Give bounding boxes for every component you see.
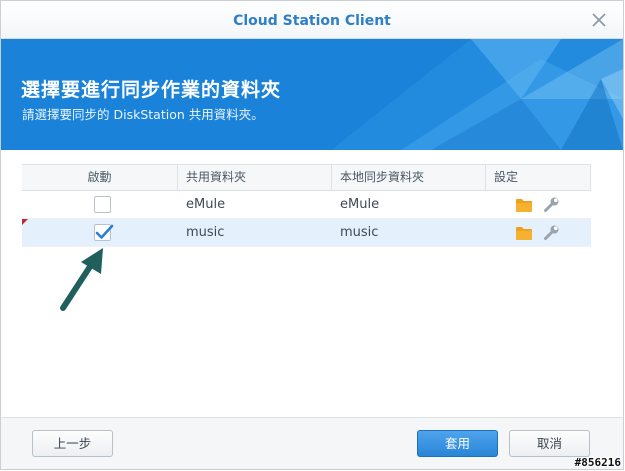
dialog-footer: 上一步 套用 取消 — [1, 417, 623, 469]
shared-folder-cell: music — [186, 225, 225, 240]
folder-icon[interactable] — [516, 198, 532, 212]
cancel-button[interactable]: 取消 — [509, 430, 590, 457]
shared-folder-cell: eMule — [186, 197, 226, 212]
column-header-enable[interactable]: 啟動 — [22, 165, 178, 190]
banner-title: 選擇要進行同步作業的資料夾 — [21, 79, 282, 101]
column-header-local-folder[interactable]: 本地同步資料夾 — [332, 165, 486, 190]
title-bar: Cloud Station Client — [1, 1, 623, 39]
table-row[interactable]: music music — [22, 219, 591, 247]
cloud-station-dialog: Cloud Station Client 選擇要進行同步作業的資料夾 請選擇要同… — [0, 0, 624, 470]
back-button[interactable]: 上一步 — [32, 430, 113, 457]
window-title: Cloud Station Client — [233, 13, 391, 29]
header-banner: 選擇要進行同步作業的資料夾 請選擇要同步的 DiskStation 共用資料夾。 — [1, 39, 623, 150]
column-header-shared-folder[interactable]: 共用資料夾 — [178, 165, 332, 190]
modified-marker — [22, 219, 28, 225]
local-folder-cell: eMule — [340, 197, 380, 212]
apply-button[interactable]: 套用 — [417, 430, 498, 457]
wrench-icon[interactable] — [543, 225, 559, 241]
close-button[interactable] — [589, 10, 609, 30]
enable-checkbox[interactable] — [94, 224, 114, 241]
folder-icon[interactable] — [516, 226, 532, 240]
local-folder-cell: music — [340, 225, 379, 240]
folder-grid: 啟動 共用資料夾 本地同步資料夾 設定 eMule eMule music mu… — [22, 164, 591, 247]
banner-subtitle: 請選擇要同步的 DiskStation 共用資料夾。 — [22, 107, 264, 122]
close-icon — [592, 13, 606, 27]
wrench-icon[interactable] — [543, 197, 559, 213]
checkmark-icon — [95, 224, 114, 239]
enable-checkbox[interactable] — [94, 196, 111, 213]
table-row[interactable]: eMule eMule — [22, 191, 591, 219]
grid-header: 啟動 共用資料夾 本地同步資料夾 設定 — [22, 164, 591, 191]
column-header-settings[interactable]: 設定 — [486, 165, 591, 190]
annotation-arrow-icon — [60, 248, 103, 311]
watermark: #856216 — [574, 456, 621, 469]
